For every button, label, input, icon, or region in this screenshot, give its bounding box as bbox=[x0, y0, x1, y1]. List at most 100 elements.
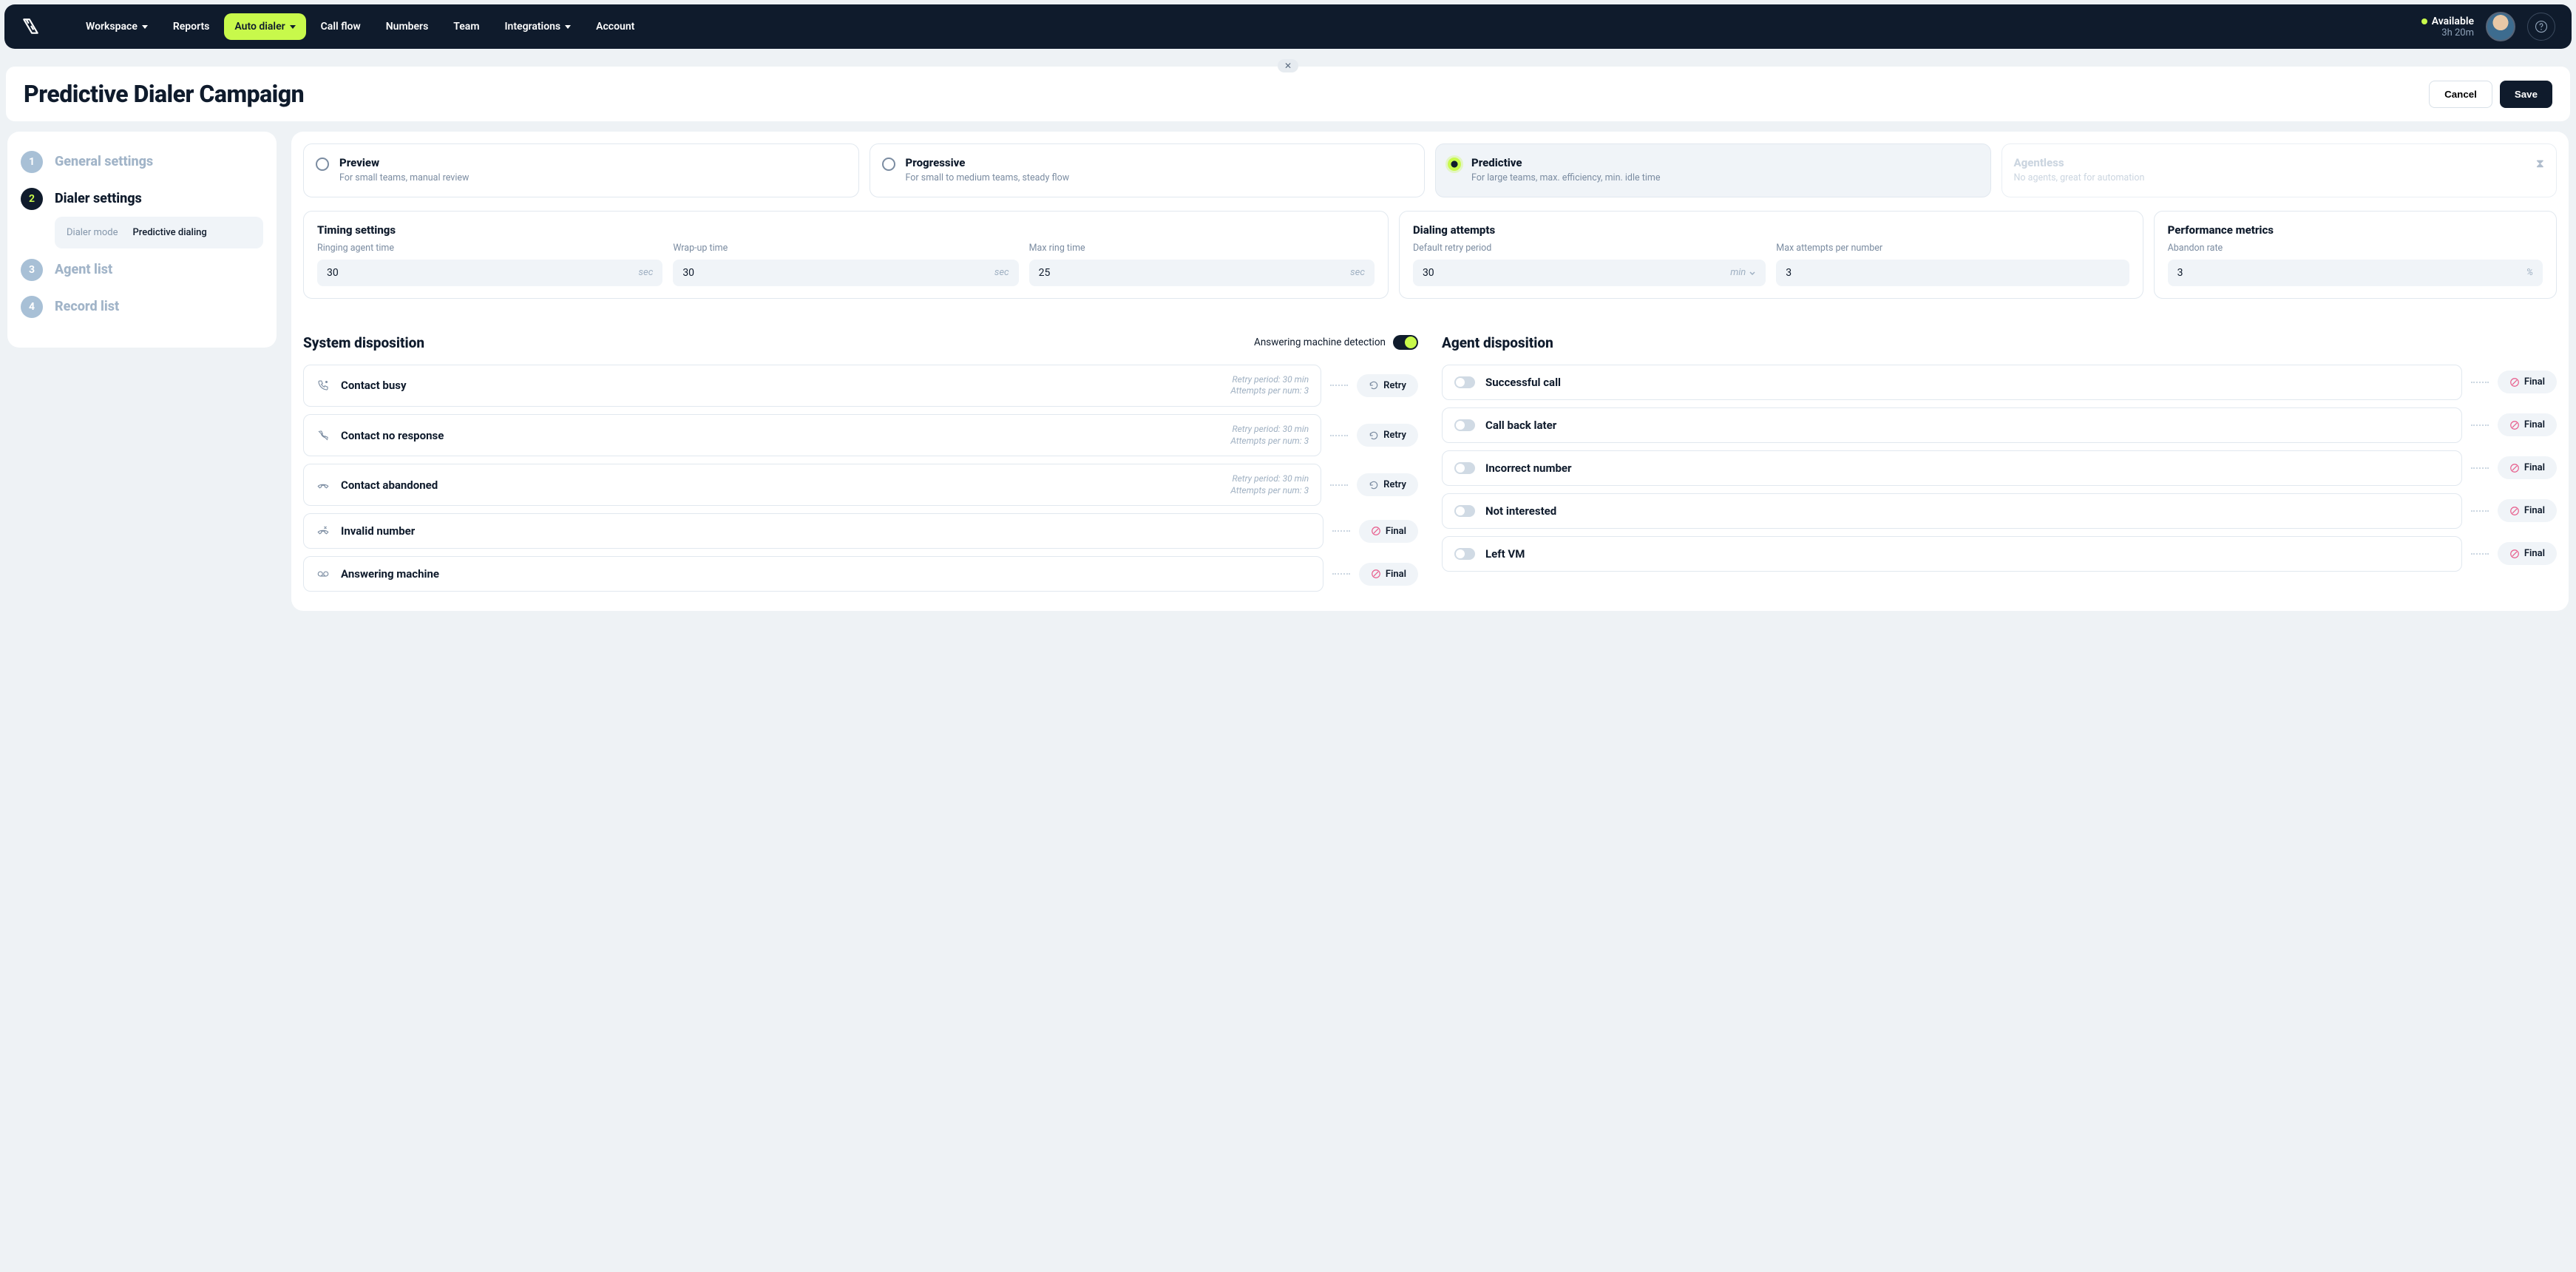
input-default-retry-period[interactable]: 30 min bbox=[1413, 260, 1766, 286]
nav-numbers[interactable]: Numbers bbox=[376, 13, 439, 40]
sys-dispo-contact-abandoned: Contact abandoned Retry period: 30 minAt… bbox=[303, 464, 1418, 506]
step-number: 2 bbox=[21, 188, 43, 210]
connector bbox=[2471, 553, 2489, 555]
chevron-down-icon bbox=[142, 25, 148, 29]
step-dialer-settings[interactable]: 2 Dialer settings Dialer modePredictive … bbox=[21, 188, 263, 248]
dispo-toggle[interactable] bbox=[1454, 505, 1475, 517]
status-dot-icon bbox=[2421, 18, 2427, 24]
action-pill-final[interactable]: Final bbox=[2498, 542, 2557, 565]
input-abandon-rate[interactable]: 3 % bbox=[2168, 260, 2543, 286]
amd-toggle-wrap: Answering machine detection bbox=[1254, 335, 1418, 350]
input-max-ring-time[interactable]: 25 sec bbox=[1029, 260, 1375, 286]
avatar[interactable] bbox=[2486, 12, 2515, 41]
steps-sidebar: 1 General settings 2 Dialer settings Dia… bbox=[7, 132, 277, 348]
page-header: Predictive Dialer Campaign Cancel Save bbox=[6, 67, 2570, 121]
action-pill-retry[interactable]: Retry bbox=[1357, 374, 1418, 397]
action-pill-final[interactable]: Final bbox=[2498, 371, 2557, 393]
mode-predictive[interactable]: PredictiveFor large teams, max. efficien… bbox=[1435, 143, 1991, 197]
sys-dispo-contact-busy: Contact busy Retry period: 30 minAttempt… bbox=[303, 365, 1418, 407]
mode-progressive[interactable]: ProgressiveFor small to medium teams, st… bbox=[870, 143, 1426, 197]
connector bbox=[1330, 484, 1348, 486]
dispo-card[interactable]: Contact abandoned Retry period: 30 minAt… bbox=[303, 464, 1321, 506]
dispo-card[interactable]: Left VM bbox=[1442, 536, 2462, 572]
dispo-card[interactable]: Not interested bbox=[1442, 493, 2462, 529]
step-number: 3 bbox=[21, 259, 43, 281]
dispo-toggle[interactable] bbox=[1454, 376, 1475, 388]
mode-selector: PreviewFor small teams, manual reviewPro… bbox=[303, 143, 2557, 197]
connector bbox=[2471, 467, 2489, 469]
topbar: WorkspaceReportsAuto dialerCall flowNumb… bbox=[4, 4, 2572, 49]
status-duration: 3h 20m bbox=[2421, 27, 2474, 38]
dispo-card[interactable]: Contact busy Retry period: 30 minAttempt… bbox=[303, 365, 1321, 407]
mode-agentless: AgentlessNo agents, great for automation… bbox=[2002, 143, 2558, 197]
radio-icon bbox=[1448, 158, 1461, 171]
nav-account[interactable]: Account bbox=[586, 13, 645, 40]
step-agent-list[interactable]: 3 Agent list bbox=[21, 259, 263, 285]
status-label: Available bbox=[2432, 16, 2474, 27]
status-area: Available 3h 20m bbox=[2421, 12, 2555, 41]
sys-dispo-answering-machine: Answering machine Final bbox=[303, 556, 1418, 592]
dispo-card[interactable]: Incorrect number bbox=[1442, 450, 2462, 486]
input-wrap-up-time[interactable]: 30 sec bbox=[673, 260, 1018, 286]
amd-toggle[interactable] bbox=[1393, 335, 1418, 350]
dispo-card[interactable]: Answering machine bbox=[303, 556, 1323, 592]
step-sub-box: Dialer modePredictive dialing bbox=[55, 217, 263, 248]
dispo-toggle[interactable] bbox=[1454, 462, 1475, 474]
mode-preview[interactable]: PreviewFor small teams, manual review bbox=[303, 143, 859, 197]
dispo-toggle[interactable] bbox=[1454, 548, 1475, 560]
action-pill-final[interactable]: Final bbox=[1359, 520, 1418, 543]
field-wrap-up-time: Wrap-up time 30 sec bbox=[673, 243, 1018, 286]
nav-auto-dialer[interactable]: Auto dialer bbox=[224, 13, 305, 40]
action-pill-final[interactable]: Final bbox=[1359, 563, 1418, 586]
step-record-list[interactable]: 4 Record list bbox=[21, 296, 263, 318]
dispo-card[interactable]: Call back later bbox=[1442, 407, 2462, 443]
save-button[interactable]: Save bbox=[2500, 81, 2552, 108]
nav-workspace[interactable]: Workspace bbox=[75, 13, 158, 40]
cancel-button[interactable]: Cancel bbox=[2429, 81, 2492, 108]
page-title: Predictive Dialer Campaign bbox=[24, 80, 304, 108]
action-pill-retry[interactable]: Retry bbox=[1357, 424, 1418, 447]
agent-dispo-successful-call: Successful call Final bbox=[1442, 365, 2557, 400]
field-abandon-rate: Abandon rate 3 % bbox=[2168, 243, 2543, 286]
sys-dispo-invalid-number: Invalid number Final bbox=[303, 513, 1418, 549]
phone-down-icon bbox=[316, 478, 331, 493]
connector bbox=[2471, 510, 2489, 512]
help-button[interactable] bbox=[2527, 13, 2555, 41]
connector bbox=[1332, 530, 1350, 532]
amd-label: Answering machine detection bbox=[1254, 336, 1386, 348]
metrics-panel: Performance metrics Abandon rate 3 % bbox=[2154, 211, 2557, 299]
radio-icon bbox=[882, 158, 895, 171]
chevron-down-icon bbox=[290, 25, 296, 29]
nav-team[interactable]: Team bbox=[443, 13, 489, 40]
field-max-attempts-per-number: Max attempts per number 3 bbox=[1776, 243, 2129, 286]
main-panel: PreviewFor small teams, manual reviewPro… bbox=[291, 132, 2569, 611]
radio-icon bbox=[316, 158, 329, 171]
input-max-attempts-per-number[interactable]: 3 bbox=[1776, 260, 2129, 286]
dispo-card[interactable]: Contact no response Retry period: 30 min… bbox=[303, 414, 1321, 456]
nav-reports[interactable]: Reports bbox=[163, 13, 220, 40]
connector bbox=[1330, 435, 1348, 436]
attempts-title: Dialing attempts bbox=[1413, 223, 2129, 237]
close-panel-button[interactable]: ✕ bbox=[1278, 59, 1298, 72]
step-general-settings[interactable]: 1 General settings bbox=[21, 151, 263, 177]
action-pill-final[interactable]: Final bbox=[2498, 413, 2557, 436]
phone-x-icon bbox=[316, 524, 331, 538]
sys-dispo-contact-no-response: Contact no response Retry period: 30 min… bbox=[303, 414, 1418, 456]
action-pill-final[interactable]: Final bbox=[2498, 456, 2557, 479]
input-ringing-agent-time[interactable]: 30 sec bbox=[317, 260, 662, 286]
nav-integrations[interactable]: Integrations bbox=[494, 13, 581, 40]
field-max-ring-time: Max ring time 25 sec bbox=[1029, 243, 1375, 286]
dispo-card[interactable]: Successful call bbox=[1442, 365, 2462, 400]
attempts-panel: Dialing attempts Default retry period 30… bbox=[1399, 211, 2143, 299]
action-pill-final[interactable]: Final bbox=[2498, 499, 2557, 522]
connector bbox=[2471, 382, 2489, 383]
logo bbox=[21, 16, 41, 37]
availability-status[interactable]: Available 3h 20m bbox=[2421, 16, 2474, 38]
nav-call-flow[interactable]: Call flow bbox=[311, 13, 371, 40]
dispo-card[interactable]: Invalid number bbox=[303, 513, 1323, 549]
dispo-toggle[interactable] bbox=[1454, 419, 1475, 431]
agent-dispo-call-back-later: Call back later Final bbox=[1442, 407, 2557, 443]
action-pill-retry[interactable]: Retry bbox=[1357, 473, 1418, 496]
voicemail-icon bbox=[316, 566, 331, 581]
connector bbox=[1332, 573, 1350, 575]
